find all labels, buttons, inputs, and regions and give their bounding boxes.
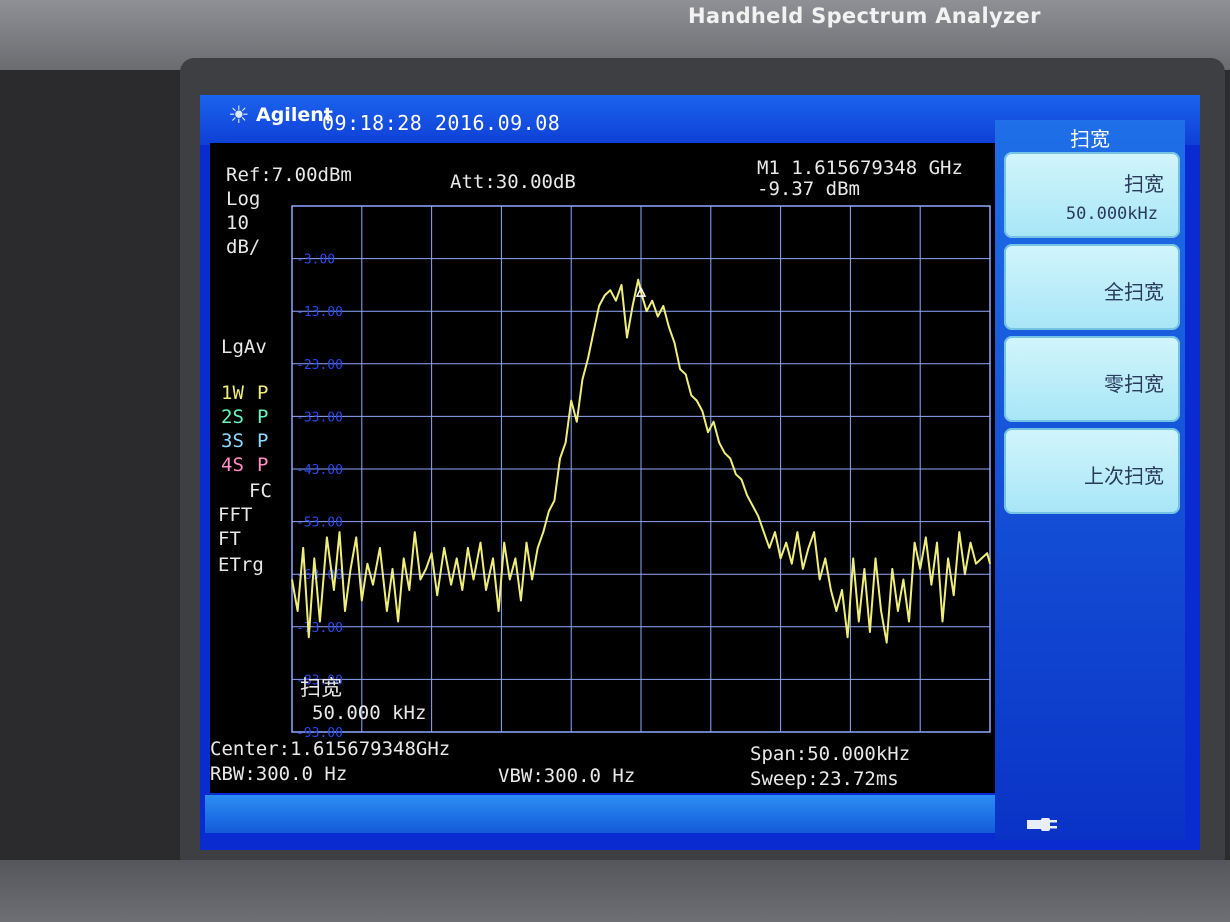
flag-ft: FT bbox=[218, 528, 241, 550]
trace-4-label[interactable]: 4S bbox=[221, 456, 244, 475]
scale-unit: dB/ bbox=[226, 236, 261, 258]
video-bandwidth: VBW:300.0 Hz bbox=[498, 765, 636, 787]
power-plug-icon bbox=[1027, 818, 1057, 831]
flag-fc: FC bbox=[249, 480, 272, 502]
span-overlay-value: 50.000 kHz bbox=[312, 702, 427, 724]
marker-frequency: M1 1.615679348 GHz bbox=[757, 157, 963, 179]
softkey-zero-span-label: 零扫宽 bbox=[1104, 372, 1164, 396]
center-frequency: Center:1.615679348GHz bbox=[210, 738, 451, 760]
date-time-display: 09:18:28 2016.09.08 bbox=[322, 111, 561, 135]
softkey-full-span[interactable]: 全扫宽 bbox=[1004, 244, 1180, 330]
marker-amplitude: -9.37 dBm bbox=[757, 178, 860, 200]
softkey-menu-title: 扫宽 bbox=[1070, 127, 1110, 151]
trace-2-mode: P bbox=[257, 406, 269, 428]
flag-etrg: ETrg bbox=[218, 554, 264, 576]
trace-3-label[interactable]: 3S bbox=[221, 432, 244, 451]
span-readout: Span:50.000kHz bbox=[750, 743, 911, 765]
trace-1-label[interactable]: 1W bbox=[221, 384, 244, 403]
softkey-last-span-label: 上次扫宽 bbox=[1084, 464, 1164, 488]
trace-4-mode: P bbox=[257, 454, 269, 476]
scale-value: 10 bbox=[226, 212, 249, 234]
agilent-spark-icon: ☀ bbox=[228, 101, 250, 129]
span-overlay-label: 扫宽 bbox=[300, 676, 342, 700]
sweep-time: Sweep:23.72ms bbox=[750, 768, 899, 790]
softkey-span-value: 50.000kHz bbox=[1065, 204, 1158, 224]
softkey-zero-span[interactable]: 零扫宽 bbox=[1004, 336, 1180, 422]
trace-1-mode: P bbox=[257, 382, 269, 404]
trace-3-mode: P bbox=[257, 430, 269, 452]
flag-fft: FFT bbox=[218, 504, 253, 526]
softkey-span[interactable]: 扫宽 50.000kHz bbox=[1004, 152, 1180, 238]
resolution-bandwidth: RBW:300.0 Hz bbox=[210, 763, 348, 785]
scale-type: Log bbox=[226, 188, 261, 210]
attenuation: Att:30.00dB bbox=[450, 171, 576, 193]
device-model-title: Handheld Spectrum Analyzer bbox=[688, 4, 1041, 28]
device-bottom-housing bbox=[0, 860, 1230, 922]
softkey-full-span-label: 全扫宽 bbox=[1104, 280, 1164, 304]
reference-level: Ref:7.00dBm bbox=[226, 164, 352, 186]
averaging-mode: LgAv bbox=[221, 336, 267, 358]
softkey-last-span[interactable]: 上次扫宽 bbox=[1004, 428, 1180, 514]
trace-2-label[interactable]: 2S bbox=[221, 408, 244, 427]
softkey-span-label: 扫宽 bbox=[1124, 172, 1164, 196]
status-bar bbox=[205, 795, 995, 833]
